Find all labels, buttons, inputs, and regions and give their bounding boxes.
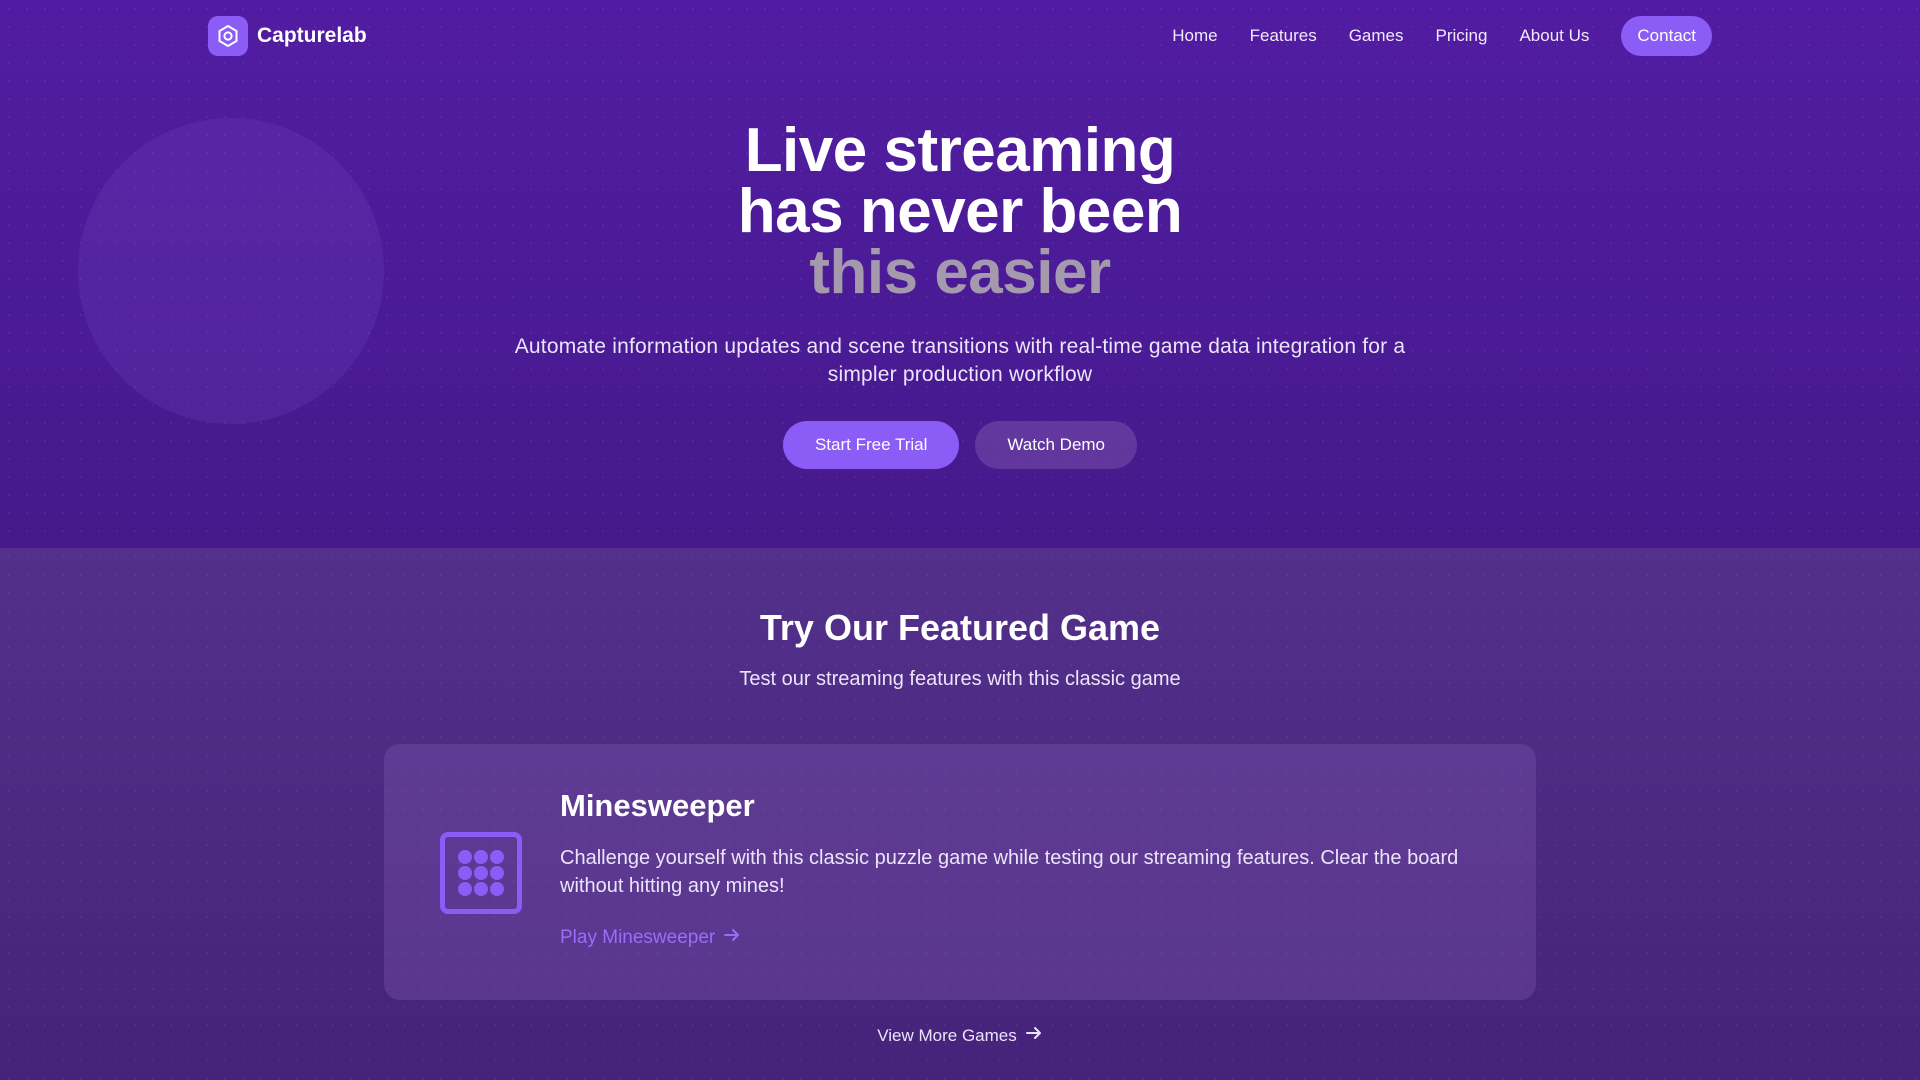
hero-title: Live streaming has never been this easie… — [0, 116, 1920, 307]
nav-link-home[interactable]: Home — [1172, 16, 1217, 56]
more-games-row: View More Games — [0, 1024, 1920, 1047]
view-more-games-label: View More Games — [877, 1025, 1017, 1045]
arrow-right-icon — [1025, 1024, 1043, 1047]
contact-button[interactable]: Contact — [1621, 16, 1712, 56]
nav-link-games[interactable]: Games — [1349, 16, 1404, 56]
hero-section: Live streaming has never been this easie… — [0, 120, 1920, 469]
hero-title-line-2: has never been — [737, 177, 1183, 246]
start-free-trial-button[interactable]: Start Free Trial — [782, 421, 960, 469]
watch-demo-button[interactable]: Watch Demo — [975, 421, 1138, 469]
featured-section-subtitle: Test our streaming features with this cl… — [739, 668, 1181, 690]
arrow-right-icon — [723, 926, 741, 950]
hero-title-line-3: this easier — [809, 238, 1111, 307]
brand-name: Capturelab — [257, 24, 367, 47]
top-navigation: Capturelab Home Features Games Pricing A… — [0, 0, 1920, 72]
game-title: Minesweeper — [560, 788, 755, 823]
grid-icon — [440, 832, 522, 914]
featured-section-title: Try Our Featured Game — [759, 607, 1161, 648]
play-minesweeper-link[interactable]: Play Minesweeper — [560, 926, 741, 950]
nav-link-pricing[interactable]: Pricing — [1436, 16, 1488, 56]
nav-link-about-us[interactable]: About Us — [1519, 16, 1589, 56]
game-description: Challenge yourself with this classic puz… — [560, 847, 1459, 897]
view-more-games-link[interactable]: View More Games — [877, 1024, 1043, 1047]
hero-subtitle: Automate information updates and scene t… — [514, 335, 1406, 386]
game-card-minesweeper: Minesweeper Challenge yourself with this… — [384, 744, 1536, 1000]
hexagon-lens-icon — [208, 16, 248, 56]
brand-link[interactable]: Capturelab — [208, 16, 367, 56]
nav-links: Home Features Games Pricing About Us Con… — [1172, 16, 1712, 56]
hero-title-line-1: Live streaming — [744, 116, 1176, 185]
play-minesweeper-label: Play Minesweeper — [560, 927, 716, 948]
hero-actions: Start Free Trial Watch Demo — [0, 421, 1920, 469]
nav-link-features[interactable]: Features — [1250, 16, 1317, 56]
